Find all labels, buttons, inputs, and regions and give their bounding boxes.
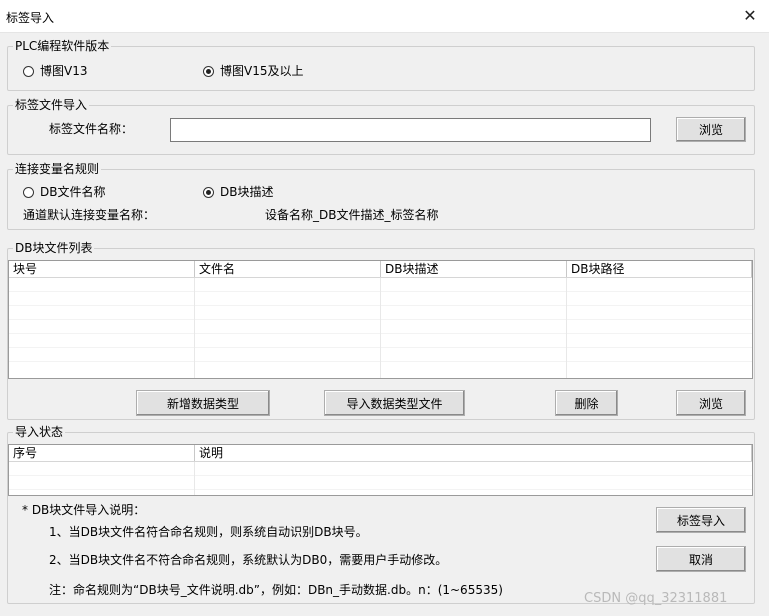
notes-line-2: 2、当DB块文件名不符合命名规则，系统默认为DB0，需要用户手动修改。	[49, 553, 448, 567]
tag-file-group-title: 标签文件导入	[13, 98, 90, 112]
column-header-file-name[interactable]: 文件名	[195, 261, 381, 277]
default-var-name-value: 设备名称_DB文件描述_标签名称	[265, 208, 439, 222]
column-header-seq[interactable]: 序号	[9, 445, 195, 461]
radio-indicator	[23, 186, 34, 198]
status-table-header: 序号 说明	[9, 445, 752, 462]
radio-db-file-name[interactable]: DB文件名称	[23, 185, 105, 199]
radio-indicator	[203, 186, 214, 198]
radio-indicator	[23, 65, 34, 77]
notes-line-3: 注：命名规则为“DB块号_文件说明.db”，例如：DBn_手动数据.db。n：(…	[49, 583, 503, 597]
radio-label: DB块描述	[220, 185, 274, 199]
window-title: 标签导入	[6, 11, 55, 25]
import-status-table[interactable]: 序号 说明	[8, 444, 753, 496]
column-header-block-no[interactable]: 块号	[9, 261, 195, 277]
tag-file-name-label: 标签文件名称：	[49, 122, 134, 136]
watermark-text: CSDN @qq_32311881	[584, 591, 728, 606]
notes-heading: * DB块文件导入说明：	[22, 503, 146, 517]
column-header-db-desc[interactable]: DB块描述	[381, 261, 567, 277]
db-list-group-title: DB块文件列表	[13, 241, 95, 255]
radio-db-block-desc[interactable]: DB块描述	[203, 185, 273, 199]
db-table-body	[9, 278, 752, 378]
radio-indicator	[203, 65, 214, 77]
db-table-header: 块号 文件名 DB块描述 DB块路径	[9, 261, 752, 278]
plc-version-group-title: PLC编程软件版本	[13, 39, 112, 53]
title-bar: 标签导入 ✕	[0, 0, 769, 33]
tag-file-name-input[interactable]	[170, 118, 651, 142]
db-file-table[interactable]: 块号 文件名 DB块描述 DB块路径	[8, 260, 753, 379]
tag-file-browse-button[interactable]: 浏览	[676, 117, 746, 142]
radio-label: DB文件名称	[40, 185, 106, 199]
notes-line-1: 1、当DB块文件名符合命名规则，则系统自动识别DB块号。	[49, 525, 368, 539]
plc-version-group	[7, 46, 755, 91]
delete-button[interactable]: 删除	[555, 390, 618, 416]
radio-tia-v13[interactable]: 博图V13	[23, 64, 87, 78]
tag-import-button[interactable]: 标签导入	[656, 507, 746, 533]
status-table-body	[9, 462, 752, 495]
import-data-type-file-button[interactable]: 导入数据类型文件	[324, 390, 465, 416]
radio-tia-v15-plus[interactable]: 博图V15及以上	[203, 64, 303, 78]
column-header-desc[interactable]: 说明	[195, 445, 752, 461]
close-icon[interactable]: ✕	[738, 5, 762, 27]
connection-rule-group-title: 连接变量名规则	[13, 162, 102, 176]
import-status-group-title: 导入状态	[13, 425, 66, 439]
cancel-button[interactable]: 取消	[656, 546, 746, 572]
column-header-db-path[interactable]: DB块路径	[567, 261, 752, 277]
radio-label: 博图V13	[40, 64, 88, 78]
add-data-type-button[interactable]: 新增数据类型	[136, 390, 270, 416]
default-var-name-label: 通道默认连接变量名称：	[23, 208, 156, 222]
radio-label: 博图V15及以上	[220, 64, 304, 78]
db-browse-button[interactable]: 浏览	[676, 390, 746, 416]
